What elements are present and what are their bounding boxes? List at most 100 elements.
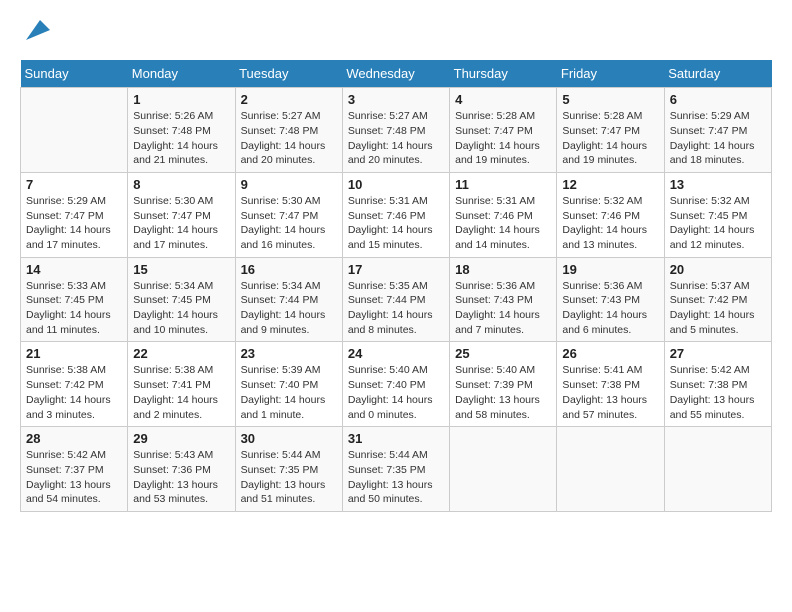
day-number: 26 (562, 346, 658, 361)
day-cell: 24 Sunrise: 5:40 AMSunset: 7:40 PMDayligh… (342, 342, 449, 427)
day-cell: 10 Sunrise: 5:31 AMSunset: 7:46 PMDayligh… (342, 172, 449, 257)
day-info: Sunrise: 5:39 AMSunset: 7:40 PMDaylight:… (241, 363, 337, 422)
week-row-3: 14 Sunrise: 5:33 AMSunset: 7:45 PMDayligh… (21, 257, 772, 342)
day-cell (664, 427, 771, 512)
day-info: Sunrise: 5:41 AMSunset: 7:38 PMDaylight:… (562, 363, 658, 422)
day-info: Sunrise: 5:27 AMSunset: 7:48 PMDaylight:… (241, 109, 337, 168)
day-number: 3 (348, 92, 444, 107)
week-row-1: 1Sunrise: 5:26 AMSunset: 7:48 PMDaylight… (21, 88, 772, 173)
day-info: Sunrise: 5:36 AMSunset: 7:43 PMDaylight:… (562, 279, 658, 338)
day-number: 14 (26, 262, 122, 277)
day-info: Sunrise: 5:32 AMSunset: 7:46 PMDaylight:… (562, 194, 658, 253)
day-cell: 8Sunrise: 5:30 AMSunset: 7:47 PMDaylight… (128, 172, 235, 257)
day-info: Sunrise: 5:44 AMSunset: 7:35 PMDaylight:… (348, 448, 444, 507)
day-info: Sunrise: 5:44 AMSunset: 7:35 PMDaylight:… (241, 448, 337, 507)
day-cell: 16Sunrise: 5:34 AMSunset: 7:44 PMDayligh… (235, 257, 342, 342)
day-cell: 4Sunrise: 5:28 AMSunset: 7:47 PMDaylight… (450, 88, 557, 173)
day-cell: 21 Sunrise: 5:38 AMSunset: 7:42 PMDayligh… (21, 342, 128, 427)
day-number: 23 (241, 346, 337, 361)
day-number: 15 (133, 262, 229, 277)
day-cell: 25 Sunrise: 5:40 AMSunset: 7:39 PMDayligh… (450, 342, 557, 427)
day-cell: 28 Sunrise: 5:42 AMSunset: 7:37 PMDayligh… (21, 427, 128, 512)
day-cell: 23 Sunrise: 5:39 AMSunset: 7:40 PMDayligh… (235, 342, 342, 427)
day-cell: 22 Sunrise: 5:38 AMSunset: 7:41 PMDayligh… (128, 342, 235, 427)
day-cell: 19Sunrise: 5:36 AMSunset: 7:43 PMDayligh… (557, 257, 664, 342)
day-cell: 13 Sunrise: 5:32 AMSunset: 7:45 PMDayligh… (664, 172, 771, 257)
day-number: 12 (562, 177, 658, 192)
day-info: Sunrise: 5:33 AMSunset: 7:45 PMDaylight:… (26, 279, 122, 338)
day-number: 5 (562, 92, 658, 107)
day-info: Sunrise: 5:27 AMSunset: 7:48 PMDaylight:… (348, 109, 444, 168)
day-cell: 1Sunrise: 5:26 AMSunset: 7:48 PMDaylight… (128, 88, 235, 173)
day-info: Sunrise: 5:31 AMSunset: 7:46 PMDaylight:… (348, 194, 444, 253)
day-info: Sunrise: 5:43 AMSunset: 7:36 PMDaylight:… (133, 448, 229, 507)
column-header-thursday: Thursday (450, 60, 557, 88)
day-cell: 14 Sunrise: 5:33 AMSunset: 7:45 PMDayligh… (21, 257, 128, 342)
day-cell: 26 Sunrise: 5:41 AMSunset: 7:38 PMDayligh… (557, 342, 664, 427)
column-header-sunday: Sunday (21, 60, 128, 88)
day-number: 28 (26, 431, 122, 446)
day-number: 29 (133, 431, 229, 446)
day-cell: 20 Sunrise: 5:37 AMSunset: 7:42 PMDayligh… (664, 257, 771, 342)
day-cell: 29 Sunrise: 5:43 AMSunset: 7:36 PMDayligh… (128, 427, 235, 512)
day-cell: 15 Sunrise: 5:34 AMSunset: 7:45 PMDayligh… (128, 257, 235, 342)
day-info: Sunrise: 5:36 AMSunset: 7:43 PMDaylight:… (455, 279, 551, 338)
day-number: 21 (26, 346, 122, 361)
day-number: 20 (670, 262, 766, 277)
week-row-5: 28 Sunrise: 5:42 AMSunset: 7:37 PMDayligh… (21, 427, 772, 512)
day-number: 10 (348, 177, 444, 192)
day-info: Sunrise: 5:35 AMSunset: 7:44 PMDaylight:… (348, 279, 444, 338)
day-cell: 7 Sunrise: 5:29 AMSunset: 7:47 PMDaylight… (21, 172, 128, 257)
page-header (20, 20, 772, 44)
day-info: Sunrise: 5:28 AMSunset: 7:47 PMDaylight:… (455, 109, 551, 168)
day-number: 31 (348, 431, 444, 446)
day-number: 30 (241, 431, 337, 446)
calendar-table: SundayMondayTuesdayWednesdayThursdayFrid… (20, 60, 772, 512)
day-cell: 6Sunrise: 5:29 AMSunset: 7:47 PMDaylight… (664, 88, 771, 173)
day-info: Sunrise: 5:42 AMSunset: 7:38 PMDaylight:… (670, 363, 766, 422)
day-cell: 12 Sunrise: 5:32 AMSunset: 7:46 PMDayligh… (557, 172, 664, 257)
day-info: Sunrise: 5:32 AMSunset: 7:45 PMDaylight:… (670, 194, 766, 253)
logo-icon (22, 16, 50, 44)
day-number: 22 (133, 346, 229, 361)
day-cell (21, 88, 128, 173)
day-cell: 11 Sunrise: 5:31 AMSunset: 7:46 PMDayligh… (450, 172, 557, 257)
column-header-tuesday: Tuesday (235, 60, 342, 88)
day-number: 9 (241, 177, 337, 192)
day-cell: 5 Sunrise: 5:28 AMSunset: 7:47 PMDaylight… (557, 88, 664, 173)
day-number: 11 (455, 177, 551, 192)
week-row-4: 21 Sunrise: 5:38 AMSunset: 7:42 PMDayligh… (21, 342, 772, 427)
day-number: 16 (241, 262, 337, 277)
day-cell: 9 Sunrise: 5:30 AMSunset: 7:47 PMDaylight… (235, 172, 342, 257)
day-number: 8 (133, 177, 229, 192)
day-cell (450, 427, 557, 512)
calendar-header-row: SundayMondayTuesdayWednesdayThursdayFrid… (21, 60, 772, 88)
day-number: 25 (455, 346, 551, 361)
day-cell: 17Sunrise: 5:35 AMSunset: 7:44 PMDayligh… (342, 257, 449, 342)
day-cell: 2 Sunrise: 5:27 AMSunset: 7:48 PMDaylight… (235, 88, 342, 173)
day-number: 2 (241, 92, 337, 107)
day-number: 18 (455, 262, 551, 277)
day-cell: 31 Sunrise: 5:44 AMSunset: 7:35 PMDayligh… (342, 427, 449, 512)
week-row-2: 7 Sunrise: 5:29 AMSunset: 7:47 PMDaylight… (21, 172, 772, 257)
column-header-wednesday: Wednesday (342, 60, 449, 88)
day-info: Sunrise: 5:34 AMSunset: 7:45 PMDaylight:… (133, 279, 229, 338)
day-info: Sunrise: 5:40 AMSunset: 7:39 PMDaylight:… (455, 363, 551, 422)
day-number: 27 (670, 346, 766, 361)
day-number: 7 (26, 177, 122, 192)
day-info: Sunrise: 5:30 AMSunset: 7:47 PMDaylight:… (241, 194, 337, 253)
day-info: Sunrise: 5:37 AMSunset: 7:42 PMDaylight:… (670, 279, 766, 338)
day-info: Sunrise: 5:29 AMSunset: 7:47 PMDaylight:… (26, 194, 122, 253)
day-info: Sunrise: 5:26 AMSunset: 7:48 PMDaylight:… (133, 109, 229, 168)
day-number: 24 (348, 346, 444, 361)
day-info: Sunrise: 5:42 AMSunset: 7:37 PMDaylight:… (26, 448, 122, 507)
day-cell (557, 427, 664, 512)
day-info: Sunrise: 5:31 AMSunset: 7:46 PMDaylight:… (455, 194, 551, 253)
day-info: Sunrise: 5:38 AMSunset: 7:42 PMDaylight:… (26, 363, 122, 422)
day-info: Sunrise: 5:40 AMSunset: 7:40 PMDaylight:… (348, 363, 444, 422)
day-info: Sunrise: 5:38 AMSunset: 7:41 PMDaylight:… (133, 363, 229, 422)
day-number: 13 (670, 177, 766, 192)
logo (20, 20, 50, 44)
column-header-saturday: Saturday (664, 60, 771, 88)
day-info: Sunrise: 5:28 AMSunset: 7:47 PMDaylight:… (562, 109, 658, 168)
